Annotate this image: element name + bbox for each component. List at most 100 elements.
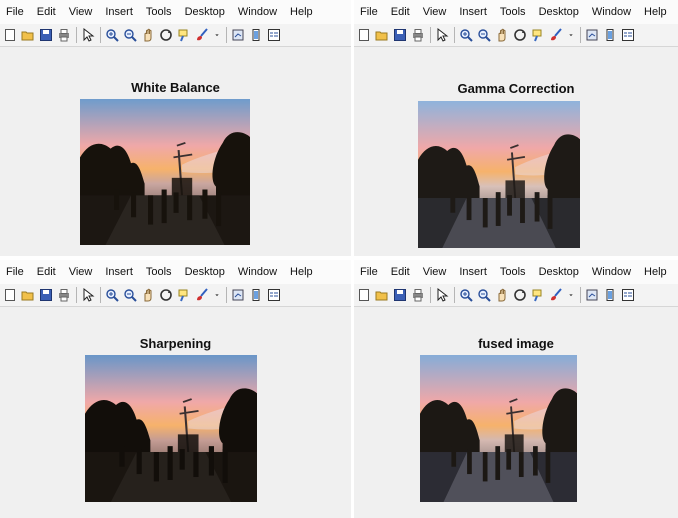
- menu-edit[interactable]: Edit: [378, 266, 410, 278]
- zoom-in-icon[interactable]: [459, 28, 473, 42]
- data-cursor-icon[interactable]: [531, 288, 545, 302]
- zoom-out-icon[interactable]: [123, 288, 137, 302]
- print-icon[interactable]: [57, 28, 71, 42]
- menu-file[interactable]: File: [354, 6, 378, 18]
- link-plot-icon[interactable]: [585, 28, 599, 42]
- menu-desktop[interactable]: Desktop: [526, 266, 579, 278]
- toolbar-separator: [580, 287, 581, 303]
- legend-icon[interactable]: [267, 288, 281, 302]
- rotate-3d-icon[interactable]: [159, 28, 173, 42]
- menu-file[interactable]: File: [354, 266, 378, 278]
- select-arrow-icon[interactable]: [435, 288, 449, 302]
- select-arrow-icon[interactable]: [81, 28, 95, 42]
- menu-view[interactable]: View: [410, 266, 447, 278]
- pan-hand-icon[interactable]: [495, 288, 509, 302]
- print-icon[interactable]: [411, 288, 425, 302]
- legend-icon[interactable]: [621, 28, 635, 42]
- menu-edit[interactable]: Edit: [378, 6, 410, 18]
- menu-desktop[interactable]: Desktop: [172, 6, 225, 18]
- colorbar-icon[interactable]: [603, 288, 617, 302]
- menu-file[interactable]: File: [0, 266, 24, 278]
- menu-edit[interactable]: Edit: [24, 266, 56, 278]
- menu-window[interactable]: Window: [225, 6, 277, 18]
- menu-desktop[interactable]: Desktop: [172, 266, 225, 278]
- print-icon[interactable]: [411, 28, 425, 42]
- menu-window[interactable]: Window: [579, 6, 631, 18]
- open-file-icon[interactable]: [21, 288, 35, 302]
- figure-title: White Balance: [131, 80, 220, 95]
- pan-hand-icon[interactable]: [141, 28, 155, 42]
- colorbar-icon[interactable]: [249, 288, 263, 302]
- pan-hand-icon[interactable]: [141, 288, 155, 302]
- menubar: File Edit View Insert Tools Desktop Wind…: [354, 0, 678, 24]
- data-cursor-icon[interactable]: [177, 288, 191, 302]
- new-figure-icon[interactable]: [357, 28, 371, 42]
- toolbar-separator: [100, 27, 101, 43]
- pan-hand-icon[interactable]: [495, 28, 509, 42]
- new-figure-icon[interactable]: [3, 288, 17, 302]
- save-icon[interactable]: [39, 288, 53, 302]
- figure-window-fused: File Edit View Insert Tools Desktop Wind…: [354, 260, 678, 518]
- menu-insert[interactable]: Insert: [446, 266, 487, 278]
- new-figure-icon[interactable]: [357, 288, 371, 302]
- data-cursor-icon[interactable]: [531, 28, 545, 42]
- link-plot-icon[interactable]: [231, 28, 245, 42]
- brush-icon[interactable]: [195, 28, 209, 42]
- menu-insert[interactable]: Insert: [92, 6, 133, 18]
- menu-insert[interactable]: Insert: [446, 6, 487, 18]
- brush-dropdown-icon[interactable]: [213, 28, 221, 42]
- menu-window[interactable]: Window: [225, 266, 277, 278]
- zoom-in-icon[interactable]: [459, 288, 473, 302]
- menu-insert[interactable]: Insert: [92, 266, 133, 278]
- rotate-3d-icon[interactable]: [513, 288, 527, 302]
- menu-view[interactable]: View: [56, 6, 93, 18]
- menu-help[interactable]: Help: [631, 6, 667, 18]
- link-plot-icon[interactable]: [585, 288, 599, 302]
- brush-icon[interactable]: [195, 288, 209, 302]
- menu-edit[interactable]: Edit: [24, 6, 56, 18]
- menu-tools[interactable]: Tools: [487, 6, 526, 18]
- menu-tools[interactable]: Tools: [487, 266, 526, 278]
- menu-window[interactable]: Window: [579, 266, 631, 278]
- menu-help[interactable]: Help: [277, 6, 313, 18]
- open-file-icon[interactable]: [21, 28, 35, 42]
- zoom-out-icon[interactable]: [123, 28, 137, 42]
- brush-dropdown-icon[interactable]: [567, 28, 575, 42]
- brush-icon[interactable]: [549, 288, 563, 302]
- menu-tools[interactable]: Tools: [133, 266, 172, 278]
- zoom-out-icon[interactable]: [477, 288, 491, 302]
- rotate-3d-icon[interactable]: [159, 288, 173, 302]
- new-figure-icon[interactable]: [3, 28, 17, 42]
- zoom-out-icon[interactable]: [477, 28, 491, 42]
- menu-view[interactable]: View: [410, 6, 447, 18]
- print-icon[interactable]: [57, 288, 71, 302]
- legend-icon[interactable]: [621, 288, 635, 302]
- figure-toolbar: [354, 284, 678, 307]
- legend-icon[interactable]: [267, 28, 281, 42]
- data-cursor-icon[interactable]: [177, 28, 191, 42]
- save-icon[interactable]: [39, 28, 53, 42]
- brush-dropdown-icon[interactable]: [567, 288, 575, 302]
- menu-file[interactable]: File: [0, 6, 24, 18]
- menu-tools[interactable]: Tools: [133, 6, 172, 18]
- menu-desktop[interactable]: Desktop: [526, 6, 579, 18]
- toolbar-separator: [226, 287, 227, 303]
- menu-help[interactable]: Help: [631, 266, 667, 278]
- link-plot-icon[interactable]: [231, 288, 245, 302]
- open-file-icon[interactable]: [375, 288, 389, 302]
- brush-dropdown-icon[interactable]: [213, 288, 221, 302]
- save-icon[interactable]: [393, 288, 407, 302]
- menu-help[interactable]: Help: [277, 266, 313, 278]
- open-file-icon[interactable]: [375, 28, 389, 42]
- brush-icon[interactable]: [549, 28, 563, 42]
- menu-view[interactable]: View: [56, 266, 93, 278]
- gamma-correction-photo: [418, 101, 580, 248]
- colorbar-icon[interactable]: [603, 28, 617, 42]
- select-arrow-icon[interactable]: [435, 28, 449, 42]
- save-icon[interactable]: [393, 28, 407, 42]
- select-arrow-icon[interactable]: [81, 288, 95, 302]
- colorbar-icon[interactable]: [249, 28, 263, 42]
- zoom-in-icon[interactable]: [105, 288, 119, 302]
- rotate-3d-icon[interactable]: [513, 28, 527, 42]
- zoom-in-icon[interactable]: [105, 28, 119, 42]
